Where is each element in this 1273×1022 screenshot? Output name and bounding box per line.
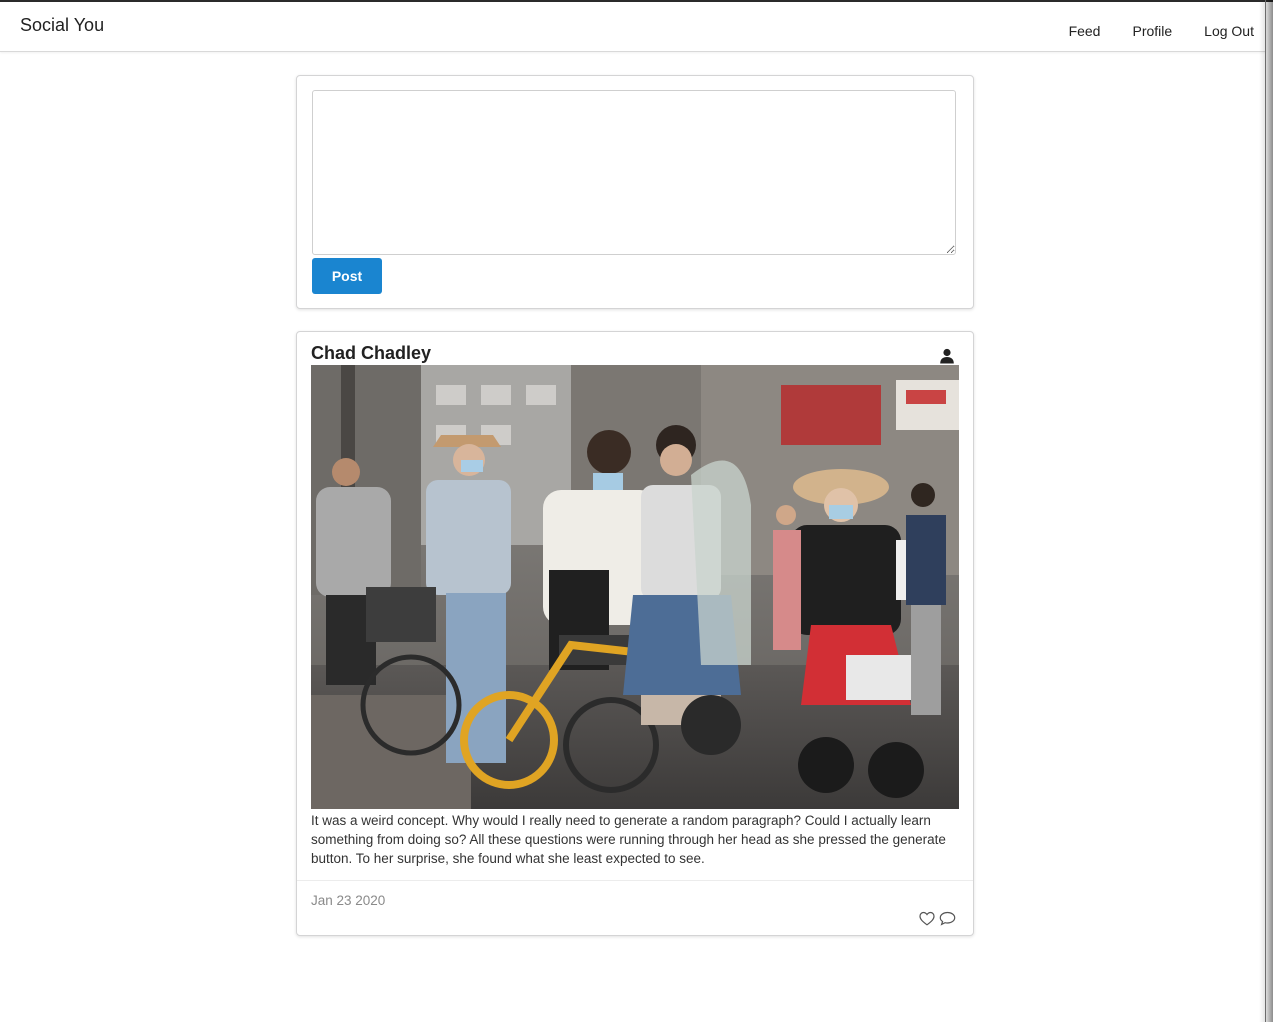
brand-link[interactable]: Social You: [20, 15, 104, 36]
comment-icon[interactable]: [939, 911, 956, 926]
user-icon[interactable]: [939, 348, 955, 364]
post-card: Chad Chadley It was a weird concept. Why…: [296, 331, 974, 936]
compose-card: Post: [296, 75, 974, 309]
nav-logout-link[interactable]: Log Out: [1204, 23, 1254, 39]
post-image: [311, 365, 959, 809]
window-edge-shadow: [1259, 0, 1273, 1022]
navbar: Social You Feed Profile Log Out: [0, 2, 1266, 52]
page: Social You Feed Profile Log Out Post Cha…: [0, 0, 1273, 1022]
heart-icon[interactable]: [919, 911, 935, 926]
nav-profile-link[interactable]: Profile: [1132, 23, 1172, 39]
post-date: Jan 23 2020: [311, 893, 386, 908]
post-author-name[interactable]: Chad Chadley: [311, 343, 431, 364]
nav-feed-link[interactable]: Feed: [1069, 23, 1101, 39]
window-edge-line: [1265, 0, 1266, 1022]
post-divider: [297, 880, 973, 881]
street-photo-image: [311, 365, 959, 809]
post-button[interactable]: Post: [312, 258, 382, 294]
post-body-text: It was a weird concept. Why would I real…: [311, 813, 946, 866]
post-textarea[interactable]: [312, 90, 956, 255]
nav-links: Feed Profile Log Out: [1037, 23, 1254, 39]
